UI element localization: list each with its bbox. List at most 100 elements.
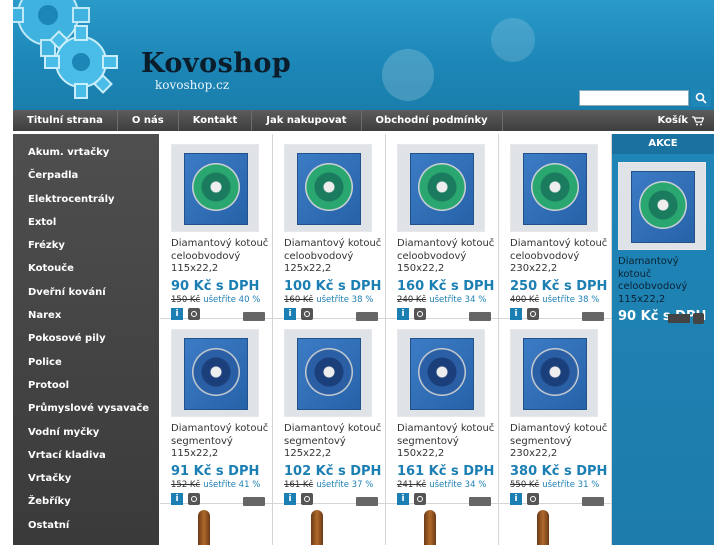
detail-icon[interactable] bbox=[414, 307, 426, 320]
sidebar-item-kotouce[interactable]: Kotouče bbox=[13, 257, 159, 280]
product-name[interactable]: Diamantový kotouč celoobvodový 230x22,2 bbox=[510, 238, 610, 276]
product-card: Diamantový kotouč segmentový 115x22,2 91… bbox=[160, 319, 273, 506]
detail-icon[interactable] bbox=[301, 492, 313, 505]
sidebar-item-protool[interactable]: Protool bbox=[13, 374, 159, 397]
sidebar-item-zebriky[interactable]: Žebříky bbox=[13, 490, 159, 513]
product-price: 161 Kč s DPH bbox=[397, 463, 495, 479]
product-image[interactable] bbox=[510, 144, 598, 232]
product-name[interactable]: Diamantový kotouč celoobvodový 125x22,2 bbox=[284, 238, 384, 276]
sidebar-item-vrtaci-kladiva[interactable]: Vrtací kladiva bbox=[13, 444, 159, 467]
product-image[interactable] bbox=[284, 144, 372, 232]
product-card: Diamantový kotouč celoobvodový 125x22,2 … bbox=[273, 134, 386, 321]
info-icon[interactable]: i bbox=[510, 492, 522, 505]
old-price: 240 Kč bbox=[397, 294, 427, 305]
special-offer-panel: AKCE Diamantový kotouč celoobvodový 115x… bbox=[612, 134, 714, 545]
product-image[interactable] bbox=[397, 144, 485, 232]
sidebar-item-akum-vrtacky[interactable]: Akum. vrtačky bbox=[13, 141, 159, 164]
product-discount: 400 Kč ušetříte 38 % bbox=[510, 295, 611, 305]
special-offer-title: AKCE bbox=[612, 134, 714, 154]
product-grid: Diamantový kotouč celoobvodový 115x22,2 … bbox=[160, 134, 612, 545]
info-icon[interactable]: i bbox=[284, 307, 296, 320]
gear-icon bbox=[382, 49, 434, 101]
old-price: 550 Kč bbox=[510, 479, 540, 490]
detail-icon[interactable] bbox=[414, 492, 426, 505]
product-image[interactable] bbox=[284, 329, 372, 417]
detail-icon[interactable] bbox=[188, 492, 200, 505]
sidebar-item-vrtacky[interactable]: Vrtačky bbox=[13, 467, 159, 490]
product-discount: 241 Kč ušetříte 34 % bbox=[397, 480, 498, 490]
search-input[interactable] bbox=[579, 90, 689, 106]
product-image[interactable] bbox=[311, 510, 323, 545]
product-name[interactable]: Diamantový kotouč segmentový 230x22,2 bbox=[510, 423, 610, 461]
product-card: Diamantový kotouč segmentový 230x22,2 38… bbox=[499, 319, 612, 506]
product-image[interactable] bbox=[171, 144, 259, 232]
cart-link[interactable]: Košík bbox=[658, 110, 704, 131]
savings-label: ušetříte 38 % bbox=[542, 294, 600, 305]
sidebar-item-extol[interactable]: Extol bbox=[13, 211, 159, 234]
product-name[interactable]: Diamantový kotouč segmentový 115x22,2 bbox=[171, 423, 271, 461]
info-icon[interactable]: i bbox=[397, 492, 409, 505]
sidebar-item-cerpadla[interactable]: Čerpadla bbox=[13, 164, 159, 187]
old-price: 400 Kč bbox=[510, 294, 540, 305]
menu-item-how-to-buy[interactable]: Jak nakupovat bbox=[252, 110, 362, 131]
old-price: 241 Kč bbox=[397, 479, 427, 490]
menu-item-home[interactable]: Titulní strana bbox=[13, 110, 118, 131]
logo-title[interactable]: Kovoshop bbox=[141, 48, 291, 79]
add-to-cart-button[interactable] bbox=[668, 314, 690, 323]
old-price: 150 Kč bbox=[171, 294, 201, 305]
product-card: Diamantový kotouč segmentový 125x22,2 10… bbox=[273, 319, 386, 506]
old-price: 152 Kč bbox=[171, 479, 201, 490]
sidebar-item-pokosove-pily[interactable]: Pokosové pily bbox=[13, 327, 159, 350]
logo-subtitle: kovoshop.cz bbox=[155, 78, 230, 92]
savings-label: ušetříte 40 % bbox=[203, 294, 261, 305]
product-image[interactable] bbox=[397, 329, 485, 417]
sidebar-item-police[interactable]: Police bbox=[13, 351, 159, 374]
cart-icon bbox=[692, 115, 704, 125]
page: Kovoshop kovoshop.cz Titulní strana O ná… bbox=[13, 0, 714, 545]
menu-item-contact[interactable]: Kontakt bbox=[179, 110, 253, 131]
product-card bbox=[386, 504, 499, 545]
product-image[interactable] bbox=[537, 510, 549, 545]
search-button[interactable] bbox=[691, 89, 711, 107]
product-card bbox=[160, 504, 273, 545]
sidebar-item-prumyslove-vysavace[interactable]: Průmyslové vysavače bbox=[13, 397, 159, 420]
detail-icon[interactable] bbox=[527, 307, 539, 320]
sidebar-item-frezky[interactable]: Frézky bbox=[13, 234, 159, 257]
sidebar-item-elektrocentraly[interactable]: Elektrocentrály bbox=[13, 188, 159, 211]
product-image[interactable] bbox=[198, 510, 210, 545]
product-discount: 161 Kč ušetříte 37 % bbox=[284, 480, 385, 490]
product-name[interactable]: Diamantový kotouč celoobvodový 115x22,2 bbox=[171, 238, 271, 276]
special-offer-name[interactable]: Diamantový kotouč celoobvodový 115x22,2 bbox=[618, 256, 712, 306]
product-card bbox=[499, 504, 612, 545]
product-name[interactable]: Diamantový kotouč segmentový 150x22,2 bbox=[397, 423, 497, 461]
product-image[interactable] bbox=[510, 329, 598, 417]
info-icon[interactable]: i bbox=[284, 492, 296, 505]
sidebar-item-dverni-kovani[interactable]: Dveřní kování bbox=[13, 281, 159, 304]
product-discount: 150 Kč ušetříte 40 % bbox=[171, 295, 272, 305]
info-icon[interactable]: i bbox=[397, 307, 409, 320]
menu-item-terms[interactable]: Obchodní podmínky bbox=[362, 110, 503, 131]
savings-label: ušetříte 31 % bbox=[542, 479, 600, 490]
detail-icon[interactable] bbox=[527, 492, 539, 505]
product-image[interactable] bbox=[424, 510, 436, 545]
product-name[interactable]: Diamantový kotouč celoobvodový 150x22,2 bbox=[397, 238, 497, 276]
sidebar-item-narex[interactable]: Narex bbox=[13, 304, 159, 327]
detail-icon[interactable] bbox=[693, 313, 704, 324]
product-card bbox=[273, 504, 386, 545]
info-icon[interactable]: i bbox=[510, 307, 522, 320]
detail-icon[interactable] bbox=[188, 307, 200, 320]
product-card: Diamantový kotouč celoobvodový 230x22,2 … bbox=[499, 134, 612, 321]
savings-label: ušetříte 41 % bbox=[203, 479, 261, 490]
detail-icon[interactable] bbox=[301, 307, 313, 320]
info-icon[interactable]: i bbox=[171, 307, 183, 320]
product-image[interactable] bbox=[171, 329, 259, 417]
product-name[interactable]: Diamantový kotouč segmentový 125x22,2 bbox=[284, 423, 384, 461]
product-discount: 240 Kč ušetříte 34 % bbox=[397, 295, 498, 305]
category-sidebar: Akum. vrtačky Čerpadla Elektrocentrály E… bbox=[13, 134, 159, 545]
special-offer-image[interactable] bbox=[618, 162, 706, 250]
info-icon[interactable]: i bbox=[171, 492, 183, 505]
sidebar-item-ostatni[interactable]: Ostatní bbox=[13, 514, 159, 537]
sidebar-item-vodni-mycky[interactable]: Vodní myčky bbox=[13, 421, 159, 444]
menu-item-about[interactable]: O nás bbox=[118, 110, 179, 131]
product-card: Diamantový kotouč segmentový 150x22,2 16… bbox=[386, 319, 499, 506]
